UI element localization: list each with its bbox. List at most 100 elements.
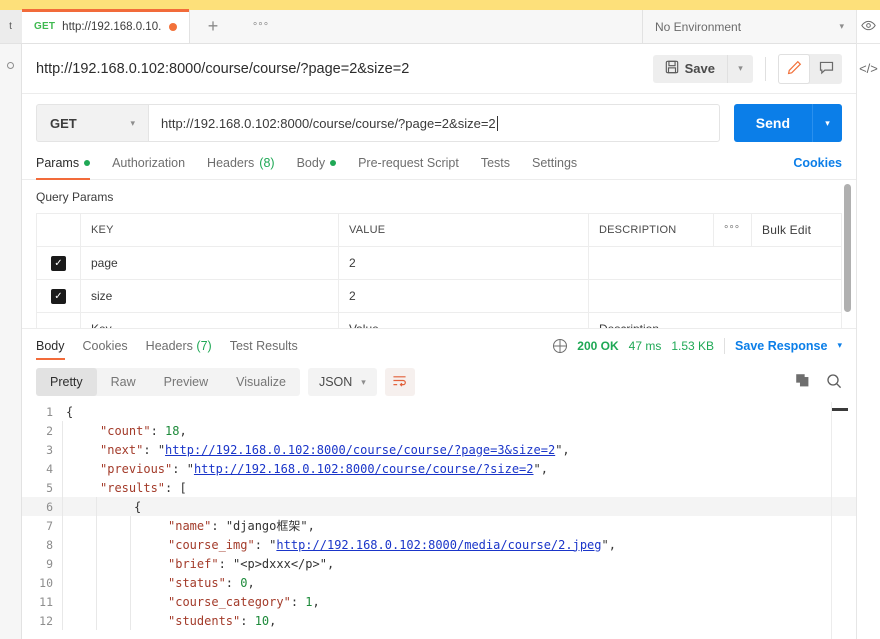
- table-row[interactable]: ✓ page 2: [36, 246, 842, 280]
- format-select[interactable]: JSON ▾: [307, 368, 377, 396]
- url-input[interactable]: http://192.168.0.102:8000/course/course/…: [148, 104, 720, 142]
- code-line: 10 "status": 0,: [22, 573, 856, 592]
- checkbox-checked-icon[interactable]: ✓: [51, 256, 66, 272]
- view-mode-visualize[interactable]: Visualize: [222, 368, 300, 396]
- line-number: 11: [39, 594, 53, 609]
- table-row[interactable]: ✓ size 2: [36, 279, 842, 313]
- request-tab-name: http://192.168.0.10...: [62, 20, 162, 33]
- save-response-button[interactable]: Save Response: [735, 339, 827, 353]
- save-button-label: Save: [684, 61, 715, 76]
- placeholder-key[interactable]: Key: [80, 312, 339, 328]
- row-value[interactable]: 2: [338, 279, 589, 313]
- send-button[interactable]: Send: [733, 104, 812, 142]
- window-body: t GET http://192.168.0.10... + °°° No En…: [0, 9, 880, 639]
- wrap-lines-button[interactable]: [384, 368, 415, 396]
- edit-request-button[interactable]: [778, 53, 810, 84]
- row-description[interactable]: [588, 279, 842, 313]
- response-tab-headers[interactable]: Headers (7): [146, 329, 212, 362]
- row-key[interactable]: page: [80, 246, 339, 280]
- chevron-down-icon: ▾: [839, 21, 844, 31]
- tab-tests[interactable]: Tests: [481, 156, 510, 179]
- tab-authorization[interactable]: Authorization: [112, 156, 185, 179]
- response-tab-body[interactable]: Body: [36, 329, 65, 362]
- response-tab-test-results[interactable]: Test Results: [230, 329, 298, 362]
- line-number: 3: [46, 442, 53, 457]
- indent-guide: [130, 611, 164, 630]
- checkbox-checked-icon[interactable]: ✓: [51, 289, 66, 305]
- tab-headers[interactable]: Headers (8): [207, 156, 275, 179]
- copy-button[interactable]: [795, 373, 810, 391]
- code-text: "course_category": 1,: [164, 595, 320, 609]
- params-more-button[interactable]: °°°: [713, 213, 752, 247]
- cookies-link[interactable]: Cookies: [793, 156, 842, 170]
- view-mode-segmented-control: Pretty Raw Preview Visualize: [36, 368, 300, 396]
- view-mode-raw[interactable]: Raw: [97, 368, 150, 396]
- code-link[interactable]: http://192.168.0.102:8000/course/course/…: [165, 443, 555, 457]
- request-title-bar: http://192.168.0.102:8000/course/course/…: [22, 44, 856, 94]
- send-options-button[interactable]: ▾: [812, 104, 842, 142]
- chevron-down-icon[interactable]: ▾: [837, 340, 842, 351]
- response-headers-count: (7): [196, 338, 212, 353]
- code-token: ,: [269, 613, 277, 628]
- chevron-down-icon: ▾: [130, 117, 135, 128]
- row-description[interactable]: [588, 246, 842, 280]
- indent-guide: [62, 459, 96, 478]
- code-text: "students": 10,: [164, 614, 276, 628]
- right-rail-code-slot[interactable]: </>: [857, 44, 880, 92]
- environment-selector[interactable]: No Environment ▾: [642, 10, 856, 43]
- view-mode-pretty[interactable]: Pretty: [36, 368, 97, 396]
- save-button[interactable]: Save: [652, 54, 727, 83]
- json-code-lines: 1{2 "count": 18, 3 "next": "http://192.168.…: [22, 402, 856, 630]
- tab-headers-count: (8): [259, 156, 275, 170]
- method-select[interactable]: GET ▾: [36, 104, 148, 142]
- comments-button[interactable]: [810, 54, 842, 84]
- row-checkbox-cell[interactable]: ✓: [36, 279, 81, 313]
- left-rail-stub[interactable]: t: [0, 10, 22, 44]
- chevron-down-icon: ▾: [361, 376, 366, 387]
- row-value[interactable]: 2: [338, 246, 589, 280]
- tab-params[interactable]: Params: [36, 156, 91, 180]
- json-response-viewer[interactable]: 1{2 "count": 18, 3 "next": "http://192.168.…: [22, 402, 856, 639]
- search-button[interactable]: [826, 373, 842, 392]
- code-token: [: [179, 480, 187, 495]
- wrap-lines-icon: [392, 374, 407, 391]
- params-scrollbar[interactable]: [844, 184, 851, 312]
- new-tab-button[interactable]: +: [190, 10, 236, 43]
- tab-body-label: Body: [296, 156, 326, 170]
- code-scrollbar[interactable]: [832, 408, 848, 411]
- text-cursor: [496, 115, 498, 131]
- tab-pre-request-script[interactable]: Pre-request Script: [358, 156, 459, 179]
- code-token: :: [143, 442, 158, 457]
- row-key[interactable]: size: [80, 279, 339, 313]
- indent-guide: [62, 573, 96, 592]
- response-tab-cookies[interactable]: Cookies: [83, 329, 128, 362]
- row-checkbox-cell[interactable]: ✓: [36, 246, 81, 280]
- code-link[interactable]: http://192.168.0.102:8000/media/course/2…: [276, 538, 601, 552]
- placeholder-description[interactable]: Description: [588, 312, 842, 328]
- save-options-button[interactable]: ▾: [727, 54, 753, 83]
- code-token: ",: [533, 461, 548, 476]
- request-tab[interactable]: GET http://192.168.0.10...: [22, 9, 190, 43]
- right-rail: </>: [856, 10, 880, 639]
- left-rail: t: [0, 10, 22, 639]
- left-rail-dot-icon[interactable]: [7, 62, 14, 69]
- method-value: GET: [50, 115, 77, 131]
- code-token: 18: [165, 423, 180, 438]
- code-line: 3 "next": "http://192.168.0.102:8000/cour…: [22, 440, 856, 459]
- tab-body[interactable]: Body: [297, 156, 337, 179]
- bulk-edit-button[interactable]: Bulk Edit: [751, 213, 842, 247]
- placeholder-value[interactable]: Value: [338, 312, 589, 328]
- status-badge: 200 OK: [577, 338, 619, 353]
- table-row-placeholder[interactable]: Key Value Description: [36, 312, 842, 328]
- right-rail-eye-slot[interactable]: [857, 10, 880, 44]
- code-right-border: [831, 402, 832, 639]
- placeholder-checkbox-cell[interactable]: [36, 312, 81, 328]
- tab-settings[interactable]: Settings: [532, 156, 577, 179]
- indent-guide: [96, 592, 130, 611]
- tab-more-button[interactable]: °°°: [236, 10, 286, 43]
- indent-guide: [96, 554, 130, 573]
- code-text: "course_img": "http://192.168.0.102:8000…: [164, 538, 616, 552]
- response-tab-test-results-label: Test Results: [229, 338, 298, 353]
- code-link[interactable]: http://192.168.0.102:8000/course/course/…: [194, 462, 534, 476]
- view-mode-preview[interactable]: Preview: [150, 368, 222, 396]
